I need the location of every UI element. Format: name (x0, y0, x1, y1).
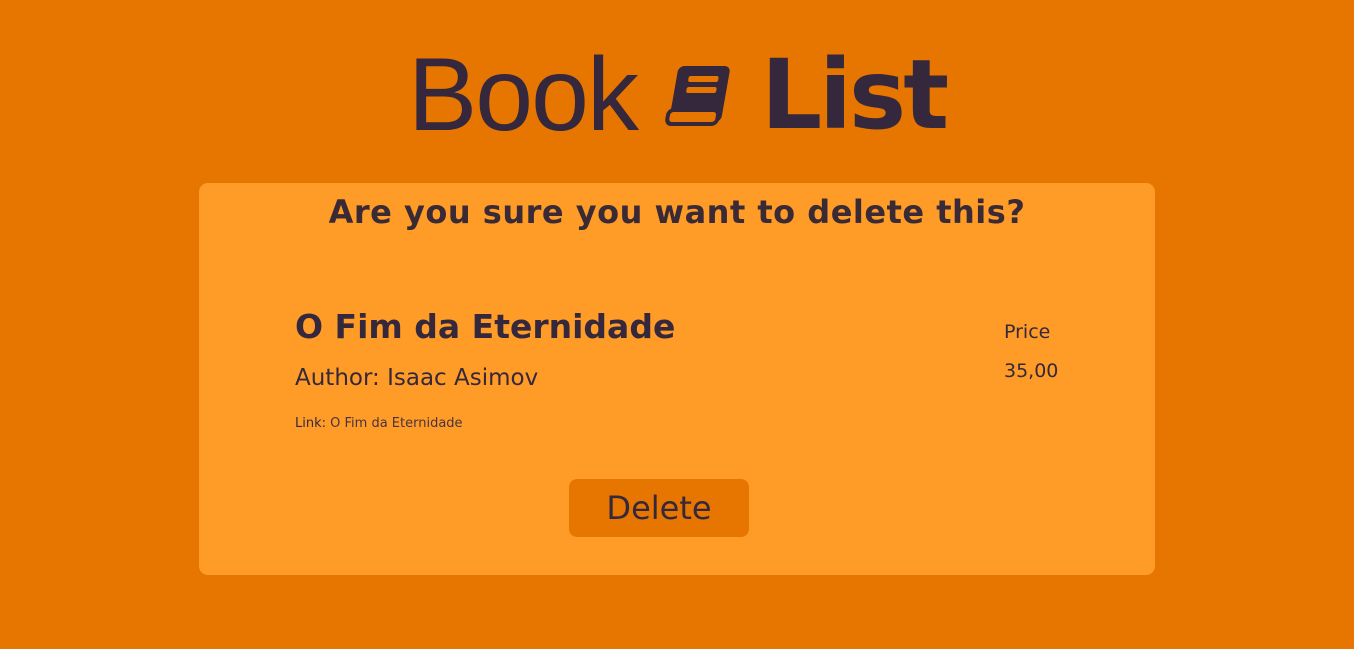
price-value: 35,00 (1004, 360, 1059, 382)
author-name: Isaac Asimov (387, 365, 539, 391)
delete-confirmation-card: Are you sure you want to delete this? O … (199, 183, 1155, 575)
book-author: Author: Isaac Asimov (295, 365, 538, 391)
logo-word-list: List (760, 39, 949, 151)
book-link-row: Link: O Fim da Eternidade (295, 416, 463, 431)
author-label: Author: (295, 365, 380, 391)
book-icon (665, 64, 733, 132)
logo-word-book: Book (407, 37, 639, 153)
delete-button[interactable]: Delete (569, 479, 749, 537)
confirm-title: Are you sure you want to delete this? (328, 193, 1026, 231)
link-separator: : (321, 416, 327, 431)
book-link[interactable]: O Fim da Eternidade (330, 416, 462, 431)
price-label: Price (1004, 321, 1051, 343)
book-title: O Fim da Eternidade (295, 307, 676, 346)
link-label: Link (295, 416, 322, 431)
app-logo: Book List (0, 40, 1354, 150)
